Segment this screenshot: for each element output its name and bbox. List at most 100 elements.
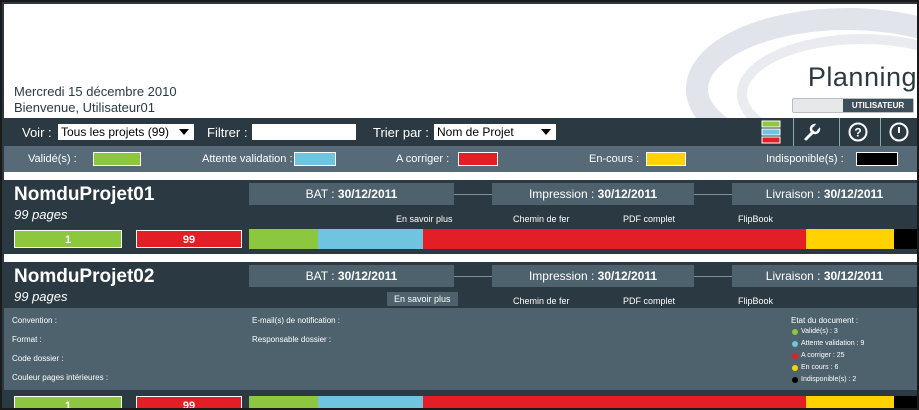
project-row: NomduProjet01 99 pages BAT : 30/12/2011 … <box>4 180 917 254</box>
project-name[interactable]: NomduProjet01 <box>14 184 154 206</box>
etat-attente: Attente validation : 9 <box>801 340 865 347</box>
project-pages: 99 pages <box>14 207 68 222</box>
progress-indispo <box>894 396 917 408</box>
app-window: Mercredi 15 décembre 2010 Bienvenue, Uti… <box>0 0 919 410</box>
status-legend: Validé(s) : Attente validation : A corri… <box>4 146 917 172</box>
couleur-pages-label: Couleur pages intérieures : <box>12 373 109 382</box>
impression-date-value: 30/12/2011 <box>597 269 658 283</box>
bat-date-value: 30/12/2011 <box>337 269 398 283</box>
legend-swatch-attente <box>294 152 336 166</box>
legend-label-valide: Validé(s) : <box>28 153 77 165</box>
legend-swatch-corriger <box>458 152 498 166</box>
etat-document-title: Etat du document : <box>791 316 859 325</box>
legend-label-indispo: Indisponible(s) : <box>766 153 844 165</box>
status-progress-bar <box>249 396 917 408</box>
settings-button[interactable] <box>793 118 830 146</box>
status-dot-indispo <box>792 377 798 383</box>
filter-input[interactable] <box>252 124 356 140</box>
status-dot-corriger <box>792 353 798 359</box>
flipbook-link[interactable]: FlipBook <box>738 214 773 224</box>
user-role-toggle[interactable]: UTILISATEUR <box>792 98 914 113</box>
etat-corriger: A corriger : 25 <box>801 352 845 359</box>
sort-select-value: Nom de Projet <box>437 125 514 139</box>
correct-count: 99 <box>136 230 242 248</box>
flipbook-link[interactable]: FlipBook <box>738 296 773 306</box>
bat-date-value: 30/12/2011 <box>337 187 398 201</box>
svg-text:?: ? <box>854 126 861 140</box>
bat-label: BAT : <box>305 269 338 283</box>
project-name[interactable]: NomduProjet02 <box>14 266 154 288</box>
etat-indispo: Indisponible(s) : 2 <box>801 376 857 383</box>
header: Mercredi 15 décembre 2010 Bienvenue, Uti… <box>4 4 917 118</box>
help-icon: ? <box>848 122 868 142</box>
impression-date: Impression : 30/12/2011 <box>492 265 694 287</box>
timeline-line <box>454 194 492 195</box>
convention-label: Convention : <box>12 316 57 325</box>
timeline-line <box>694 194 732 195</box>
valid-count: 1 <box>14 230 122 248</box>
code-dossier-label: Code dossier : <box>12 354 64 363</box>
correct-count: 99 <box>136 396 242 408</box>
chevron-down-icon <box>541 129 551 135</box>
bat-label: BAT : <box>305 187 338 201</box>
impression-label: Impression : <box>528 187 598 201</box>
page-title: Planning <box>807 62 917 92</box>
progress-attente <box>318 229 423 249</box>
legend-label-encours: En-cours : <box>589 153 640 165</box>
legend-icon <box>761 120 780 144</box>
timeline-line <box>454 276 492 277</box>
filtrer-label: Filtrer : <box>207 125 248 140</box>
user-role-badge: UTILISATEUR <box>843 99 913 112</box>
livraison-date-value: 30/12/2011 <box>823 269 884 283</box>
help-button[interactable]: ? <box>839 118 876 146</box>
sort-select[interactable]: Nom de Projet <box>434 124 556 140</box>
valid-count: 1 <box>14 396 122 408</box>
livraison-label: Livraison : <box>765 187 824 201</box>
separator <box>4 254 917 262</box>
status-progress-bar <box>249 229 917 249</box>
etat-encours: En cours : 6 <box>801 364 839 371</box>
livraison-label: Livraison : <box>765 269 824 283</box>
format-label: Format : <box>12 335 42 344</box>
legend-label-corriger: A corriger : <box>396 153 450 165</box>
impression-label: Impression : <box>528 269 598 283</box>
logout-button[interactable] <box>880 118 917 146</box>
etat-valide: Validé(s) : 3 <box>801 328 838 335</box>
current-date: Mercredi 15 décembre 2010 <box>14 84 177 99</box>
power-icon <box>889 122 909 142</box>
bat-date: BAT : 30/12/2011 <box>249 265 454 287</box>
impression-date-value: 30/12/2011 <box>597 187 658 201</box>
livraison-date: Livraison : 30/12/2011 <box>732 183 917 205</box>
bat-date: BAT : 30/12/2011 <box>249 183 454 205</box>
livraison-date-value: 30/12/2011 <box>823 187 884 201</box>
separator <box>4 172 917 180</box>
pdf-complet-link[interactable]: PDF complet <box>623 296 675 306</box>
chemin-de-fer-link[interactable]: Chemin de fer <box>513 214 570 224</box>
legend-swatch-indispo <box>856 152 898 166</box>
status-dot-encours <box>792 365 798 371</box>
legend-toggle-button[interactable] <box>752 118 789 146</box>
project-detail-panel: Convention : Format : Code dossier : Cou… <box>4 308 917 390</box>
timeline-line <box>694 276 732 277</box>
voir-select[interactable]: Tous les projets (99) <box>58 124 194 140</box>
progress-corriger <box>423 396 806 408</box>
legend-swatch-encours <box>646 152 686 166</box>
progress-valide <box>249 229 318 249</box>
impression-date: Impression : 30/12/2011 <box>492 183 694 205</box>
toolbar: Voir : Tous les projets (99) Filtrer : T… <box>4 118 917 146</box>
status-dot-valide <box>792 329 798 335</box>
pdf-complet-link[interactable]: PDF complet <box>623 214 675 224</box>
chevron-down-icon <box>179 129 189 135</box>
chemin-de-fer-link[interactable]: Chemin de fer <box>513 296 570 306</box>
en-savoir-plus-tab-active[interactable]: En savoir plus <box>387 292 458 306</box>
progress-encours <box>806 229 894 249</box>
en-savoir-plus-link[interactable]: En savoir plus <box>396 214 453 224</box>
progress-valide <box>249 396 318 408</box>
voir-select-value: Tous les projets (99) <box>61 125 170 139</box>
progress-corriger <box>423 229 806 249</box>
welcome-message: Bienvenue, Utilisateur01 <box>14 100 155 115</box>
email-notification-label: E-mail(s) de notification : <box>252 316 341 325</box>
legend-label-attente: Attente validation : <box>202 153 293 165</box>
wrench-icon <box>804 122 822 141</box>
progress-encours <box>806 396 894 408</box>
